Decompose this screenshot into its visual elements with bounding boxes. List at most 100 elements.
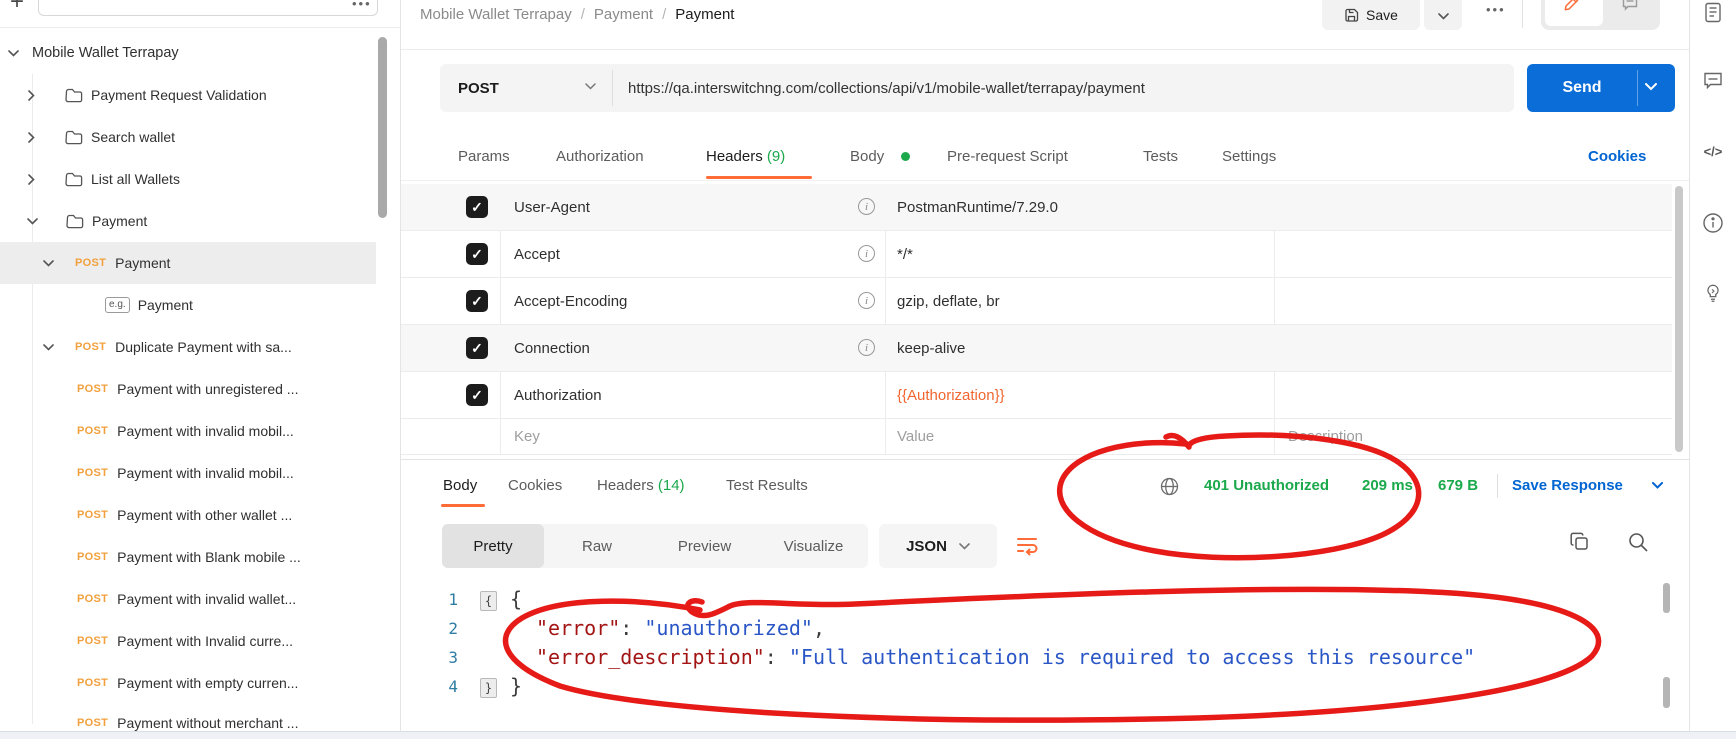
sidebar-item-request[interactable]: POSTPayment with unregistered ... — [0, 368, 398, 410]
header-key[interactable]: User-Agent — [514, 184, 590, 230]
sidebar-item-folder[interactable]: Search wallet — [0, 116, 398, 158]
chevron-down-icon[interactable] — [43, 344, 54, 351]
header-checkbox[interactable]: ✓ — [466, 384, 488, 406]
status-badge[interactable]: 401 Unauthorized — [1204, 477, 1329, 494]
chevron-down-icon[interactable] — [27, 218, 38, 225]
breadcrumb-folder[interactable]: Payment — [594, 6, 653, 23]
response-scrollbar[interactable] — [1663, 583, 1670, 613]
info-icon[interactable] — [1702, 212, 1724, 234]
sidebar-item-request-selected[interactable]: POST Payment — [0, 242, 376, 284]
cookies-link[interactable]: Cookies — [1588, 148, 1646, 165]
description-placeholder[interactable]: Description — [1288, 419, 1363, 454]
tab-pre-request-script[interactable]: Pre-request Script — [947, 148, 1068, 165]
response-size[interactable]: 679 B — [1438, 477, 1478, 494]
new-request-icon[interactable]: + — [10, 0, 24, 16]
response-scrollbar[interactable] — [1663, 677, 1670, 708]
sidebar-item-request[interactable]: POSTPayment with Blank mobile ... — [0, 536, 398, 578]
code-line[interactable]: { — [510, 587, 522, 611]
documentation-icon[interactable] — [1702, 2, 1724, 24]
header-row: ✓ User-Agent i PostmanRuntime/7.29.0 — [401, 184, 1672, 231]
comments-icon[interactable] — [1702, 70, 1724, 92]
sidebar-filter-input[interactable] — [38, 0, 378, 16]
sidebar-item-folder[interactable]: List all Wallets — [0, 158, 398, 200]
tab-params[interactable]: Params — [458, 148, 510, 165]
chevron-right-icon[interactable] — [28, 132, 35, 143]
header-checkbox[interactable]: ✓ — [466, 290, 488, 312]
sidebar-item-collection[interactable]: Mobile Wallet Terrapay — [0, 32, 398, 74]
sidebar-more-icon[interactable]: ••• — [352, 0, 372, 11]
header-value[interactable]: keep-alive — [897, 325, 965, 371]
view-preview[interactable]: Preview — [650, 524, 759, 568]
value-placeholder[interactable]: Value — [897, 419, 934, 454]
sidebar-item-request[interactable]: POST Duplicate Payment with sa... — [0, 326, 398, 368]
tab-settings[interactable]: Settings — [1222, 148, 1276, 165]
response-tab-headers[interactable]: Headers (14) — [597, 477, 685, 494]
response-tab-body[interactable]: Body — [443, 477, 477, 494]
send-button[interactable]: Send — [1527, 64, 1675, 112]
view-raw[interactable]: Raw — [544, 524, 650, 568]
fold-marker-icon[interactable]: { — [480, 591, 497, 611]
save-button[interactable]: Save — [1322, 0, 1420, 30]
header-checkbox[interactable]: ✓ — [466, 196, 488, 218]
pencil-icon[interactable] — [1563, 0, 1581, 12]
sidebar-item-folder[interactable]: Payment — [0, 200, 398, 242]
chevron-down-icon[interactable] — [1652, 482, 1663, 489]
comment-icon[interactable] — [1621, 0, 1639, 12]
code-line[interactable]: "error_description": "Full authenticatio… — [536, 645, 1475, 669]
sidebar-item-request[interactable]: POSTPayment with invalid mobil... — [0, 452, 398, 494]
chevron-down-icon[interactable] — [585, 83, 596, 90]
response-time[interactable]: 209 ms — [1362, 477, 1413, 494]
search-icon[interactable] — [1626, 530, 1650, 554]
lightbulb-icon[interactable] — [1702, 282, 1724, 304]
fold-marker-icon[interactable]: } — [480, 678, 497, 698]
chevron-right-icon[interactable] — [28, 90, 35, 101]
header-value[interactable]: PostmanRuntime/7.29.0 — [897, 184, 1058, 230]
chevron-right-icon[interactable] — [28, 174, 35, 185]
code-icon[interactable]: </> — [1702, 140, 1724, 162]
breadcrumb-collection[interactable]: Mobile Wallet Terrapay — [420, 6, 572, 23]
url-input[interactable]: https://qa.interswitchng.com/collections… — [628, 64, 1145, 112]
header-checkbox[interactable]: ✓ — [466, 243, 488, 265]
sidebar-item-folder[interactable]: Payment Request Validation — [0, 74, 398, 116]
format-select[interactable]: JSON — [879, 524, 997, 568]
breadcrumb-separator: / — [662, 6, 666, 23]
request-more-icon[interactable]: ••• — [1486, 2, 1506, 17]
method-badge: POST — [77, 467, 108, 479]
header-key[interactable]: Connection — [514, 325, 590, 371]
sidebar-item-request[interactable]: POSTPayment with invalid wallet... — [0, 578, 398, 620]
header-key[interactable]: Accept — [514, 231, 560, 277]
sidebar-item-example[interactable]: e.g. Payment — [0, 284, 398, 326]
tab-headers[interactable]: Headers (9) — [706, 148, 785, 165]
wrap-lines-icon[interactable] — [1014, 532, 1040, 558]
tab-tests[interactable]: Tests — [1143, 148, 1178, 165]
tab-authorization[interactable]: Authorization — [556, 148, 644, 165]
method-select[interactable]: POST — [458, 64, 499, 112]
sidebar-scrollbar[interactable] — [378, 37, 387, 218]
sidebar-item-request[interactable]: POSTPayment with Invalid curre... — [0, 620, 398, 662]
chevron-down-icon[interactable] — [8, 50, 19, 57]
tab-body[interactable]: Body — [850, 148, 884, 165]
folder-icon — [66, 214, 84, 229]
view-pretty[interactable]: Pretty — [442, 524, 544, 568]
request-scrollbar[interactable] — [1675, 186, 1683, 452]
chevron-down-icon[interactable] — [43, 260, 54, 267]
save-options-button[interactable] — [1424, 0, 1462, 30]
header-value-variable[interactable]: {{Authorization}} — [897, 372, 1005, 418]
header-checkbox[interactable]: ✓ — [466, 337, 488, 359]
response-tab-cookies[interactable]: Cookies — [508, 477, 562, 494]
key-placeholder[interactable]: Key — [514, 419, 540, 454]
sidebar-item-request[interactable]: POSTPayment with other wallet ... — [0, 494, 398, 536]
code-line[interactable]: "error": "unauthorized", — [536, 616, 825, 640]
response-tab-test-results[interactable]: Test Results — [726, 477, 808, 494]
view-visualize[interactable]: Visualize — [759, 524, 868, 568]
header-key[interactable]: Accept-Encoding — [514, 278, 627, 324]
sidebar-item-request[interactable]: POSTPayment with invalid mobil... — [0, 410, 398, 452]
save-response-button[interactable]: Save Response — [1512, 477, 1623, 494]
header-value[interactable]: */* — [897, 231, 913, 277]
code-line[interactable]: } — [510, 674, 522, 698]
copy-icon[interactable] — [1568, 530, 1592, 554]
header-key[interactable]: Authorization — [514, 372, 602, 418]
sidebar-item-request[interactable]: POSTPayment with empty curren... — [0, 662, 398, 704]
chevron-down-icon[interactable] — [1645, 83, 1657, 91]
header-value[interactable]: gzip, deflate, br — [897, 278, 1000, 324]
